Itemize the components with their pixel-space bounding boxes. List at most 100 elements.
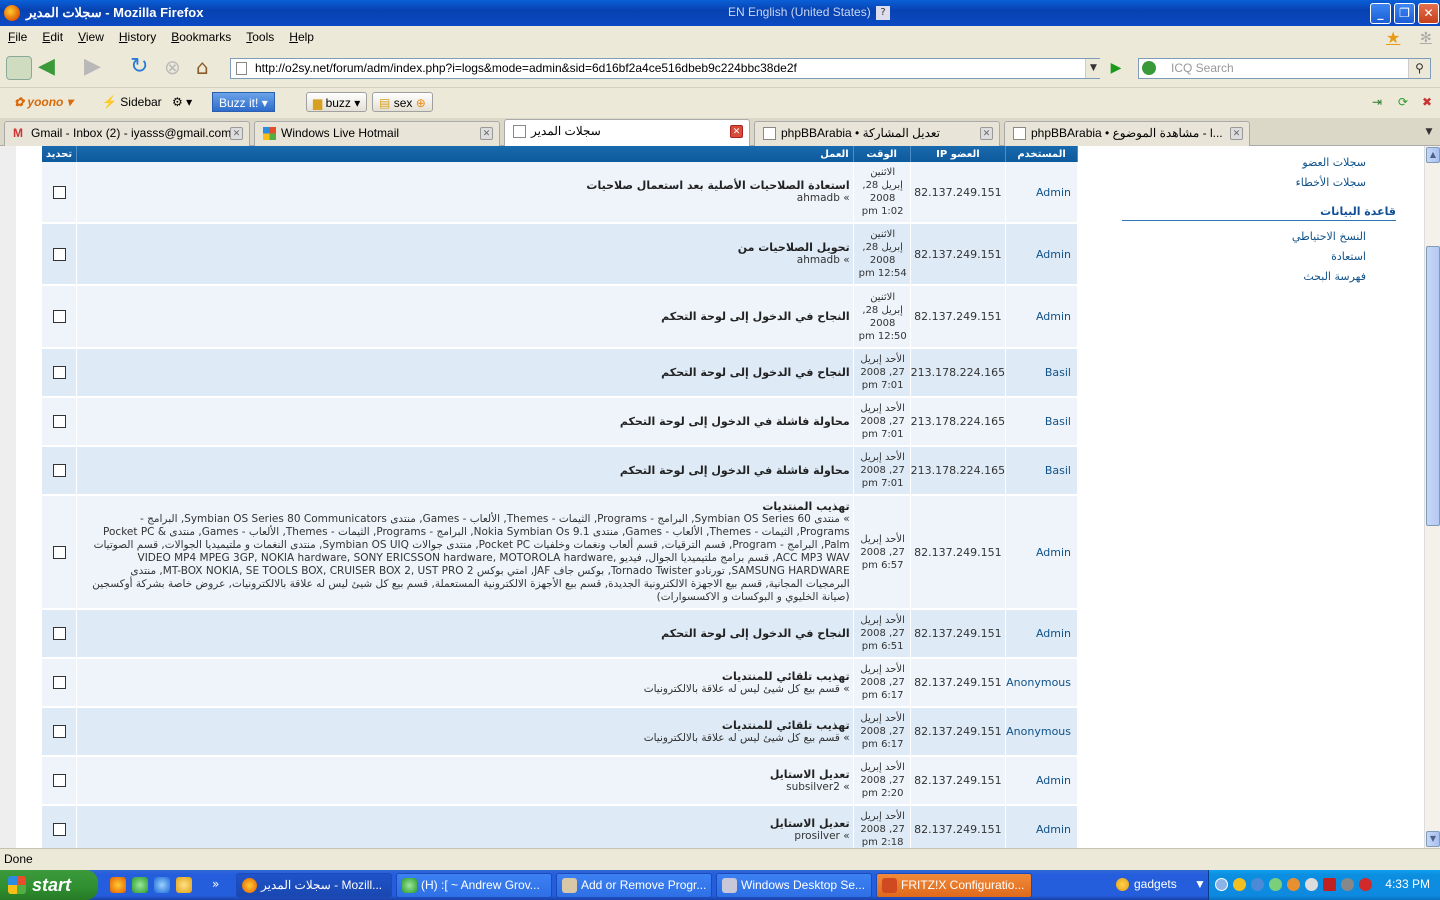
close-tab-icon[interactable]: ✕ [1230,127,1243,140]
restore-button[interactable]: ❐ [1394,3,1415,24]
menu-help[interactable]: Help [289,30,314,44]
tab-admin-logs[interactable]: سجلات المدير ✕ [504,119,750,146]
close-tab-icon[interactable]: ✕ [230,127,243,140]
extension-star-icon[interactable]: ★ [1386,28,1400,48]
tab-hotmail[interactable]: Windows Live Hotmail ✕ [254,121,500,146]
home-button[interactable]: ⌂ [196,56,222,80]
search-box[interactable]: ICQ Search ⚲ [1138,58,1431,79]
task-add-remove[interactable]: Add or Remove Progr... [556,873,712,898]
menu-user-logs[interactable]: سجلات العضو [1122,153,1396,173]
quicklaunch-yoono-icon[interactable] [176,877,192,893]
menu-restore[interactable]: استعادة [1122,247,1396,267]
user-link[interactable]: Admin [1006,806,1078,848]
sync-icon[interactable]: ⟳ [1392,92,1414,112]
sex-bookmark[interactable]: ▤ sex ⊕ [372,92,433,112]
row-checkbox[interactable] [52,247,66,261]
settings-dropdown[interactable]: ⚙ ▾ [166,92,198,112]
tab-view-topic[interactable]: phpBBArabia • مشاهدة الموضوع - l... ✕ [1004,121,1250,146]
user-link[interactable]: Basil [1006,349,1078,398]
buzz-it-button[interactable]: Buzz it! ▾ [212,92,275,112]
yoono-button[interactable]: ✿ yoono ▾ [8,92,79,112]
menu-history[interactable]: History [119,30,156,44]
menu-search-index[interactable]: فهرسة البحث [1122,267,1396,287]
language-help-icon[interactable]: ? [876,6,890,20]
forward-button[interactable]: ▶ [84,56,110,80]
user-link[interactable]: Anonymous [1006,659,1078,708]
row-checkbox[interactable] [52,366,66,380]
user-link[interactable]: Admin [1006,162,1078,224]
user-link[interactable]: Admin [1006,496,1078,610]
close-tab-icon[interactable]: ✕ [730,125,743,138]
tray-messenger-icon[interactable] [1269,878,1282,891]
row-checkbox[interactable] [52,310,66,324]
row-checkbox[interactable] [52,545,66,559]
quicklaunch-more-icon[interactable]: » [212,877,228,893]
new-page-icon[interactable] [6,56,32,80]
vertical-scrollbar[interactable]: ▲ ▼ [1424,146,1440,848]
task-firefox[interactable]: سجلات المدير - Mozill... [236,873,392,898]
close-toolbar-icon[interactable]: ✖ [1416,92,1438,112]
back-button[interactable]: ◀ [38,56,64,80]
tray-network-icon[interactable] [1251,878,1264,891]
user-link[interactable]: Admin [1006,610,1078,659]
reload-button[interactable]: ↻ [130,56,156,80]
task-messenger[interactable]: (H) :[ ~ Andrew Grov... [396,873,552,898]
bookmark-tool-icon[interactable]: ⇥ [1366,92,1388,112]
row-checkbox[interactable] [52,185,66,199]
chevron-down-icon[interactable]: ▼ [1194,877,1206,891]
tray-antivirus-icon[interactable] [1323,878,1336,891]
tray-expand-icon[interactable] [1215,878,1228,891]
tray-update-icon[interactable] [1287,878,1300,891]
scroll-thumb[interactable] [1426,246,1440,526]
url-dropdown-button[interactable]: ▼ [1085,59,1101,78]
row-checkbox[interactable] [52,627,66,641]
scroll-down-icon[interactable]: ▼ [1426,831,1440,847]
language-indicator[interactable]: EN English (United States) [728,5,871,19]
row-checkbox[interactable] [52,464,66,478]
tab-gmail[interactable]: M Gmail - Inbox (2) - iyasss@gmail.com ✕ [4,121,250,146]
close-tab-icon[interactable]: ✕ [980,127,993,140]
close-window-button[interactable]: ✕ [1418,3,1439,24]
user-link[interactable]: Admin [1006,224,1078,286]
row-checkbox[interactable] [52,823,66,837]
tray-shield-icon[interactable] [1359,878,1372,891]
menu-edit[interactable]: Edit [42,30,63,44]
user-link[interactable]: Admin [1006,757,1078,806]
start-button[interactable]: start [0,870,98,900]
row-checkbox[interactable] [52,774,66,788]
search-icon[interactable]: ⚲ [1408,59,1430,78]
task-desktop-search[interactable]: Windows Desktop Se... [716,873,872,898]
quicklaunch-ie-icon[interactable] [154,877,170,893]
menu-error-logs[interactable]: سجلات الأخطاء [1122,173,1396,193]
close-tab-icon[interactable]: ✕ [480,127,493,140]
quicklaunch-messenger-icon[interactable] [132,877,148,893]
sidebar-button[interactable]: ⚡ Sidebar [96,92,168,112]
minimize-button[interactable]: _ [1370,3,1391,24]
tab-edit-post[interactable]: phpBBArabia • تعديل المشاركة ✕ [754,121,1000,146]
menu-bookmarks[interactable]: Bookmarks [171,30,231,44]
menu-tools[interactable]: Tools [246,30,274,44]
address-bar[interactable]: http://o2sy.net/forum/adm/index.php?i=lo… [230,58,1100,79]
clock[interactable]: 4:33 PM [1385,877,1430,891]
user-link[interactable]: Basil [1006,398,1078,447]
gadgets-toolbar[interactable]: gadgets ▼ [1116,877,1206,891]
buzz-folder[interactable]: ▆ buzz ▾ [306,92,368,112]
tray-disk-icon[interactable] [1305,878,1318,891]
tray-volume-icon[interactable] [1341,878,1354,891]
row-checkbox[interactable] [52,676,66,690]
quicklaunch-firefox-icon[interactable] [110,877,126,893]
task-fritz[interactable]: FRITZ!X Configuratio... [876,873,1032,898]
menu-file[interactable]: File [8,30,27,44]
menu-view[interactable]: View [78,30,104,44]
scroll-up-icon[interactable]: ▲ [1426,147,1440,163]
stop-button[interactable]: ⊗ [164,56,190,80]
list-all-tabs-button[interactable]: ▼ [1422,123,1436,141]
user-link[interactable]: Basil [1006,447,1078,496]
icq-search-engine-icon[interactable] [1142,61,1156,75]
user-link[interactable]: Anonymous [1006,708,1078,757]
go-button[interactable]: ▶ [1106,59,1126,78]
tray-security-icon[interactable] [1233,878,1246,891]
menu-backup[interactable]: النسخ الاحتياطي [1122,227,1396,247]
row-checkbox[interactable] [52,415,66,429]
row-checkbox[interactable] [52,725,66,739]
